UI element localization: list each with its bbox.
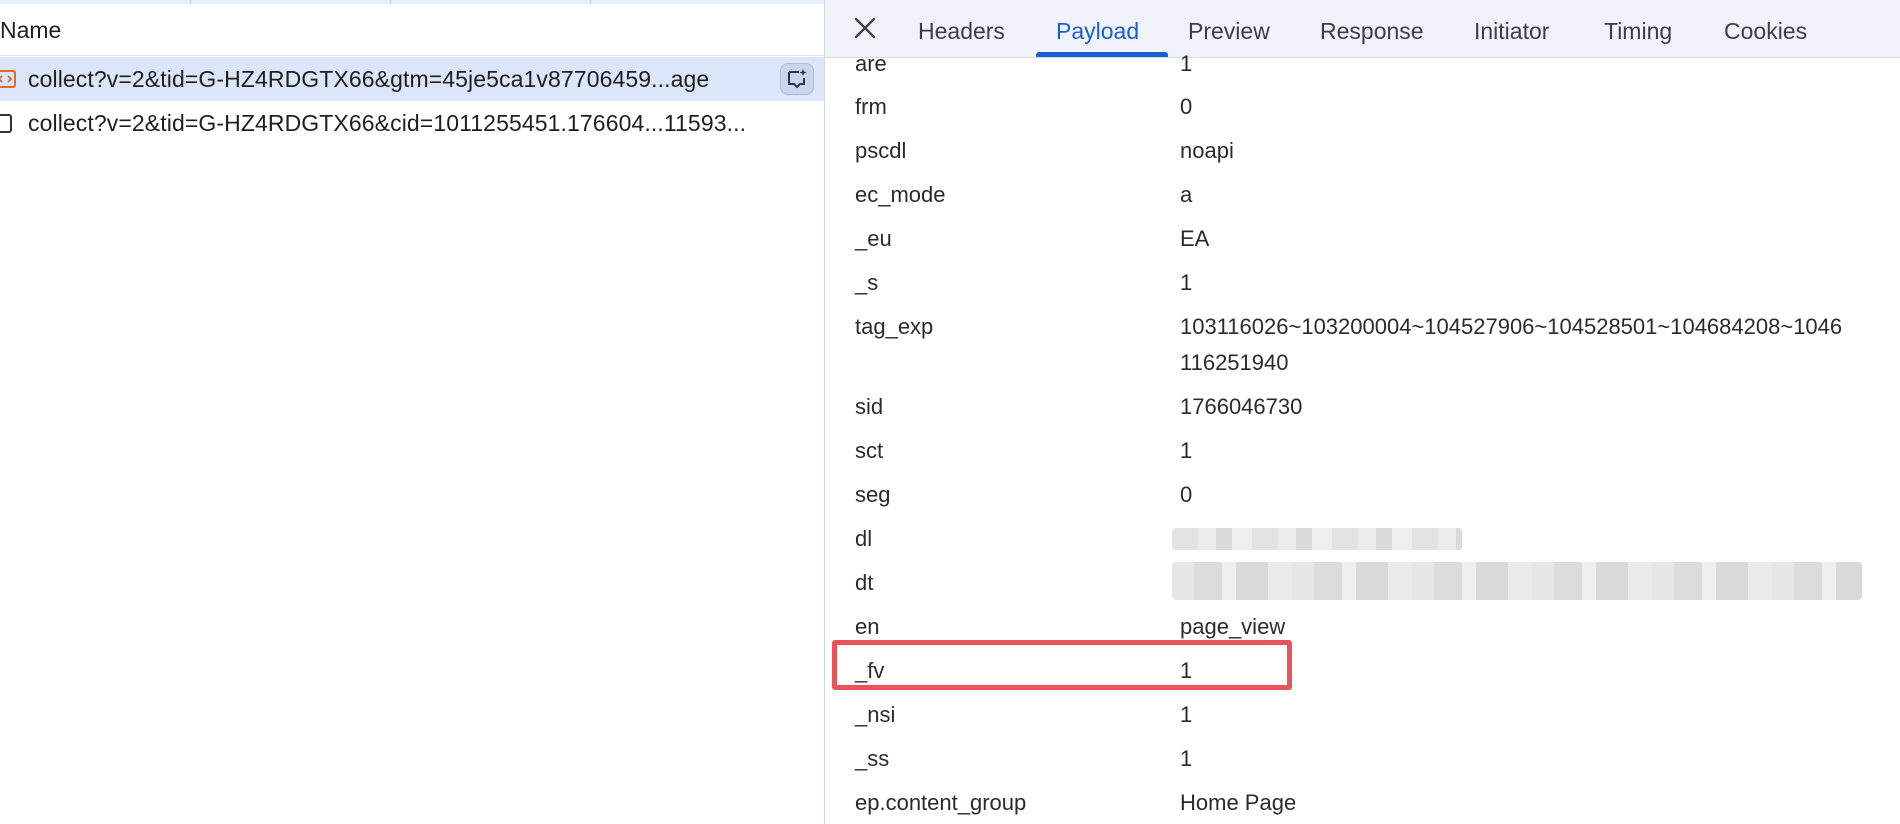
detail-tab-bar: Headers Payload Preview Response Initiat… [825,0,1900,58]
param-key: sid [855,394,884,419]
tab-headers[interactable]: Headers [918,18,1005,45]
tab-preview[interactable]: Preview [1188,18,1270,45]
xhr-request-icon [0,70,16,88]
tab-payload[interactable]: Payload [1056,18,1139,45]
param-value-continued: 116251940 [1180,350,1289,375]
request-name: collect?v=2&tid=G-HZ4RDGTX66&gtm=45je5ca… [28,66,710,92]
tab-response[interactable]: Response [1320,18,1424,45]
request-detail-panel: Headers Payload Preview Response Initiat… [825,0,1900,824]
param-key: _nsi [855,702,896,727]
tab-initiator[interactable]: Initiator [1474,18,1549,45]
redacted-value [1172,528,1462,550]
param-value: page_view [1180,614,1286,639]
request-list-panel: Name collect?v=2&tid=G-HZ4RDGTX66&gtm=45… [0,0,824,824]
param-value: a [1180,182,1193,207]
active-tab-indicator [1036,52,1168,57]
redacted-value [1172,562,1862,600]
name-column-label: Name [0,17,62,43]
param-key: sct [855,438,884,463]
param-key: _s [855,270,879,295]
param-value: noapi [1180,138,1234,163]
ai-assist-icon [788,69,807,89]
param-key: ec_mode [855,182,946,207]
name-column-header[interactable]: Name [0,4,824,56]
request-name: collect?v=2&tid=G-HZ4RDGTX66&cid=1011255… [28,110,747,136]
param-key: seg [855,482,891,507]
param-value: 1 [1180,51,1193,76]
param-value: 0 [1180,482,1193,507]
param-value: 0 [1180,94,1193,119]
param-value: EA [1180,226,1210,251]
param-key: en [855,614,880,639]
param-value: 1766046730 [1180,394,1303,419]
param-key: frm [855,94,887,119]
param-value: 1 [1180,702,1193,727]
param-key: _eu [855,226,892,251]
request-row[interactable]: collect?v=2&tid=G-HZ4RDGTX66&cid=1011255… [0,101,824,145]
tab-timing[interactable]: Timing [1604,18,1672,45]
param-value: Home Page [1180,790,1297,815]
param-value: 1 [1180,270,1193,295]
param-key: pscdl [855,138,907,163]
annotation-highlight-box [832,640,1292,690]
param-value: 1 [1180,746,1193,771]
tab-cookies[interactable]: Cookies [1724,18,1807,45]
param-key: dl [855,526,873,551]
param-key: _ss [855,746,890,771]
close-icon[interactable] [851,14,879,42]
document-request-icon [0,114,12,133]
param-value: 103116026~103200004~104527906~104528501~… [1180,314,1843,339]
param-key: ep.content_group [855,790,1027,815]
param-key: dt [855,570,874,595]
param-key: are [855,51,887,76]
param-key: tag_exp [855,314,934,339]
request-row[interactable]: collect?v=2&tid=G-HZ4RDGTX66&gtm=45je5ca… [0,57,824,101]
ai-assist-button[interactable] [780,63,814,95]
param-value: 1 [1180,438,1193,463]
